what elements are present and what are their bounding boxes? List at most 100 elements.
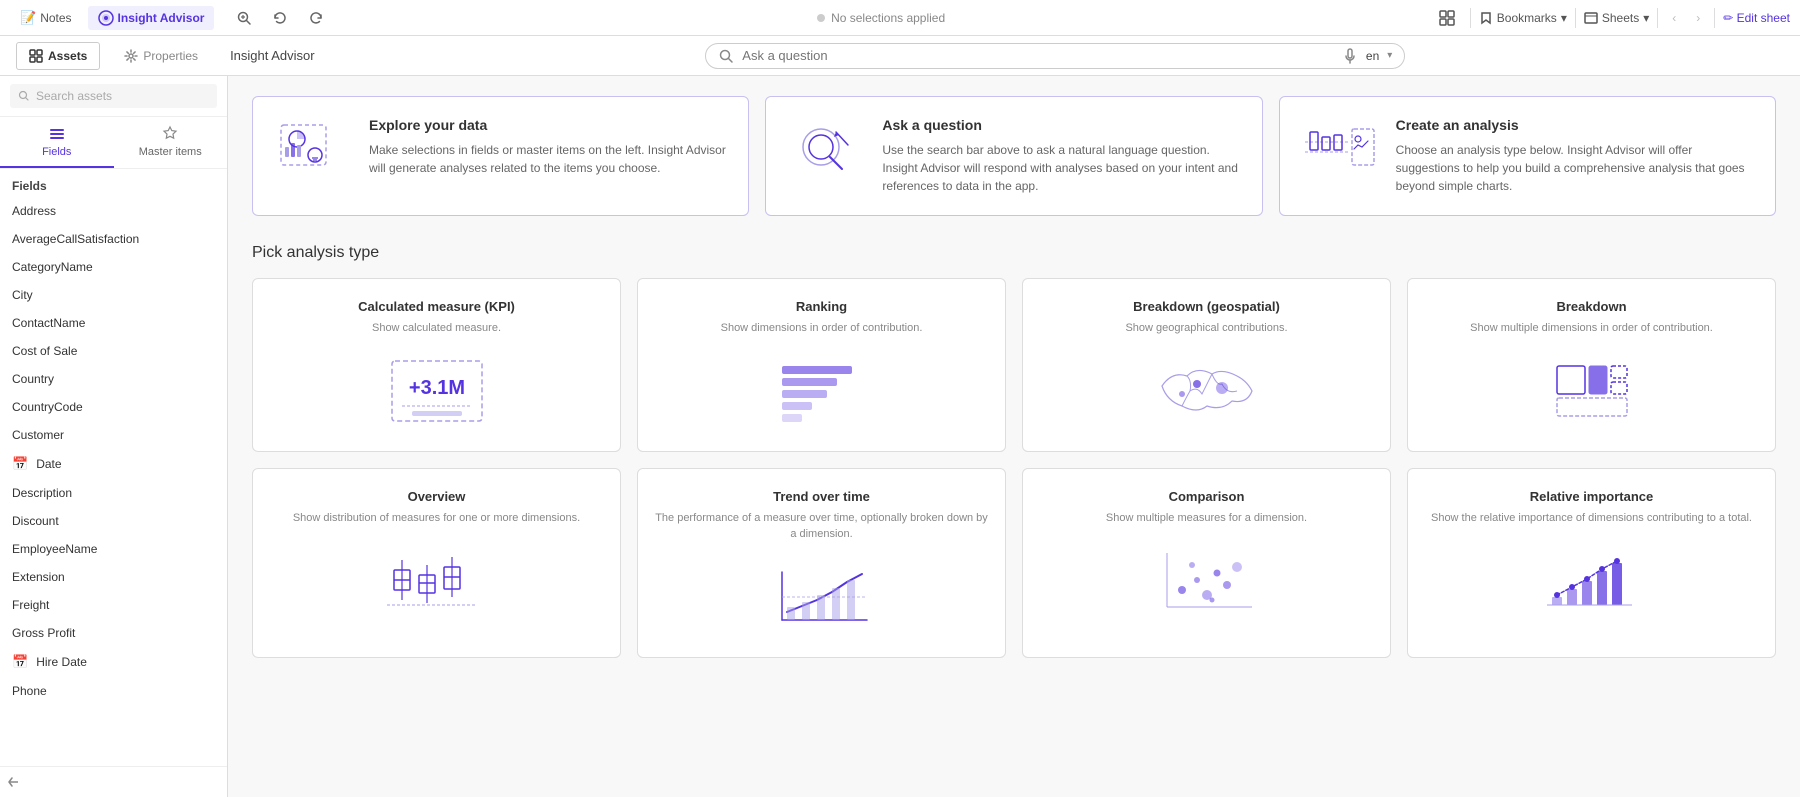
field-averagecallsatisfaction[interactable]: AverageCallSatisfaction <box>0 225 227 253</box>
analysis-card-geo[interactable]: Breakdown (geospatial) Show geographical… <box>1022 278 1391 452</box>
bookmarks-label: Bookmarks <box>1497 11 1557 25</box>
comparison-title: Comparison <box>1169 489 1245 504</box>
geo-chart <box>1039 351 1374 431</box>
field-costofsale[interactable]: Cost of Sale <box>0 337 227 365</box>
sidebar-search-placeholder: Search assets <box>36 89 112 103</box>
explore-data-description: Make selections in fields or master item… <box>369 141 728 177</box>
analysis-card-comparison[interactable]: Comparison Show multiple measures for a … <box>1022 468 1391 658</box>
assets-tab[interactable]: Assets <box>16 42 100 70</box>
analysis-card-overview[interactable]: Overview Show distribution of measures f… <box>252 468 621 658</box>
bookmarks-chevron: ▾ <box>1561 11 1567 25</box>
breakdown-title: Breakdown <box>1556 299 1626 314</box>
field-contactname-label: ContactName <box>12 316 85 330</box>
properties-tab-label: Properties <box>143 49 198 63</box>
field-grossprofit[interactable]: Gross Profit <box>0 619 227 647</box>
lang-chevron[interactable]: ▾ <box>1387 50 1392 61</box>
field-phone[interactable]: Phone <box>0 677 227 705</box>
overview-title: Overview <box>408 489 466 504</box>
field-customer[interactable]: Customer <box>0 421 227 449</box>
field-customer-label: Customer <box>12 428 64 442</box>
date-calendar-icon: 📅 <box>12 456 28 472</box>
nav-forward-icon[interactable]: › <box>1690 9 1706 27</box>
field-employeename[interactable]: EmployeeName <box>0 535 227 563</box>
field-country[interactable]: Country <box>0 365 227 393</box>
trend-title: Trend over time <box>773 489 870 504</box>
insight-advisor-icon <box>98 10 114 26</box>
fields-tab-label: Fields <box>42 146 71 158</box>
field-discount[interactable]: Discount <box>0 507 227 535</box>
relative-description: Show the relative importance of dimensio… <box>1431 510 1752 527</box>
sidebar-search[interactable]: Search assets <box>10 84 217 108</box>
top-bar-right: Bookmarks ▾ Sheets ▾ ‹ › ✏ Edit sheet <box>1432 7 1790 29</box>
edit-sheet-button[interactable]: ✏ Edit sheet <box>1723 11 1790 25</box>
field-contactname[interactable]: ContactName <box>0 309 227 337</box>
create-analysis-title: Create an analysis <box>1396 117 1755 133</box>
field-categoryname-label: CategoryName <box>12 260 93 274</box>
field-description[interactable]: Description <box>0 479 227 507</box>
search-icon <box>718 48 734 64</box>
field-date[interactable]: 📅 Date <box>0 449 227 479</box>
zoom-icon[interactable] <box>230 8 258 28</box>
tab-notes-label: Notes <box>40 11 71 25</box>
breakdown-description: Show multiple dimensions in order of con… <box>1470 320 1713 337</box>
divider4 <box>1714 8 1715 28</box>
assets-tab-label: Assets <box>48 49 87 63</box>
properties-tab[interactable]: Properties <box>112 43 210 69</box>
analysis-card-breakdown[interactable]: Breakdown Show multiple dimensions in or… <box>1407 278 1776 452</box>
field-countrycode[interactable]: CountryCode <box>0 393 227 421</box>
analysis-card-kpi[interactable]: Calculated measure (KPI) Show calculated… <box>252 278 621 452</box>
selection-indicator <box>817 14 825 22</box>
edit-sheet-label: Edit sheet <box>1737 11 1790 25</box>
field-freight-label: Freight <box>12 598 49 612</box>
field-discount-label: Discount <box>12 514 59 528</box>
main-layout: Search assets Fields Master items Fields… <box>0 76 1800 797</box>
divider3 <box>1657 8 1658 28</box>
analysis-card-ranking[interactable]: Ranking Show dimensions in order of cont… <box>637 278 1006 452</box>
field-extension[interactable]: Extension <box>0 563 227 591</box>
ranking-title: Ranking <box>796 299 847 314</box>
grid-view-icon[interactable] <box>1432 7 1462 29</box>
notes-icon: 📝 <box>20 10 36 26</box>
ask-question-title: Ask a question <box>882 117 1241 133</box>
sidebar-tab-master-items[interactable]: Master items <box>114 117 228 168</box>
field-city[interactable]: City <box>0 281 227 309</box>
field-city-label: City <box>12 288 33 302</box>
tab-insight-advisor[interactable]: Insight Advisor <box>88 6 215 30</box>
kpi-description: Show calculated measure. <box>372 320 501 337</box>
field-averagecallsatisfaction-label: AverageCallSatisfaction <box>12 232 139 246</box>
field-description-label: Description <box>12 486 72 500</box>
analysis-card-relative[interactable]: Relative importance Show the relative im… <box>1407 468 1776 658</box>
explore-icon <box>273 117 353 177</box>
explore-card-question: Ask a question Use the search bar above … <box>765 96 1262 216</box>
field-hiredate[interactable]: 📅 Hire Date <box>0 647 227 677</box>
trend-chart <box>654 557 989 637</box>
sidebar-tab-fields[interactable]: Fields <box>0 117 114 168</box>
field-address-label: Address <box>12 204 56 218</box>
field-address[interactable]: Address <box>0 197 227 225</box>
analysis-card-trend[interactable]: Trend over time The performance of a mea… <box>637 468 1006 658</box>
field-employeename-label: EmployeeName <box>12 542 97 556</box>
undo-icon[interactable] <box>266 8 294 28</box>
top-bar-left: 📝 Notes Insight Advisor <box>10 6 214 30</box>
explore-card-data: Explore your data Make selections in fie… <box>252 96 749 216</box>
field-countrycode-label: CountryCode <box>12 400 83 414</box>
sidebar-collapse-btn[interactable] <box>0 766 227 797</box>
mic-icon[interactable] <box>1342 48 1358 64</box>
sheets-chevron: ▾ <box>1643 11 1649 25</box>
bookmarks-button[interactable]: Bookmarks ▾ <box>1479 11 1567 25</box>
comparison-description: Show multiple measures for a dimension. <box>1106 510 1307 527</box>
explore-card-data-text: Explore your data Make selections in fie… <box>369 117 728 177</box>
geo-title: Breakdown (geospatial) <box>1133 299 1280 314</box>
field-freight[interactable]: Freight <box>0 591 227 619</box>
redo-icon[interactable] <box>302 8 330 28</box>
explore-data-title: Explore your data <box>369 117 728 133</box>
field-categoryname[interactable]: CategoryName <box>0 253 227 281</box>
lang-selector[interactable]: en <box>1366 49 1379 63</box>
sheets-button[interactable]: Sheets ▾ <box>1584 11 1649 25</box>
explore-card-question-text: Ask a question Use the search bar above … <box>882 117 1241 195</box>
tab-notes[interactable]: 📝 Notes <box>10 6 82 30</box>
relative-chart <box>1424 540 1759 620</box>
search-input[interactable] <box>742 48 1334 63</box>
nav-back-icon[interactable]: ‹ <box>1666 9 1682 27</box>
explore-card-analysis-text: Create an analysis Choose an analysis ty… <box>1396 117 1755 195</box>
